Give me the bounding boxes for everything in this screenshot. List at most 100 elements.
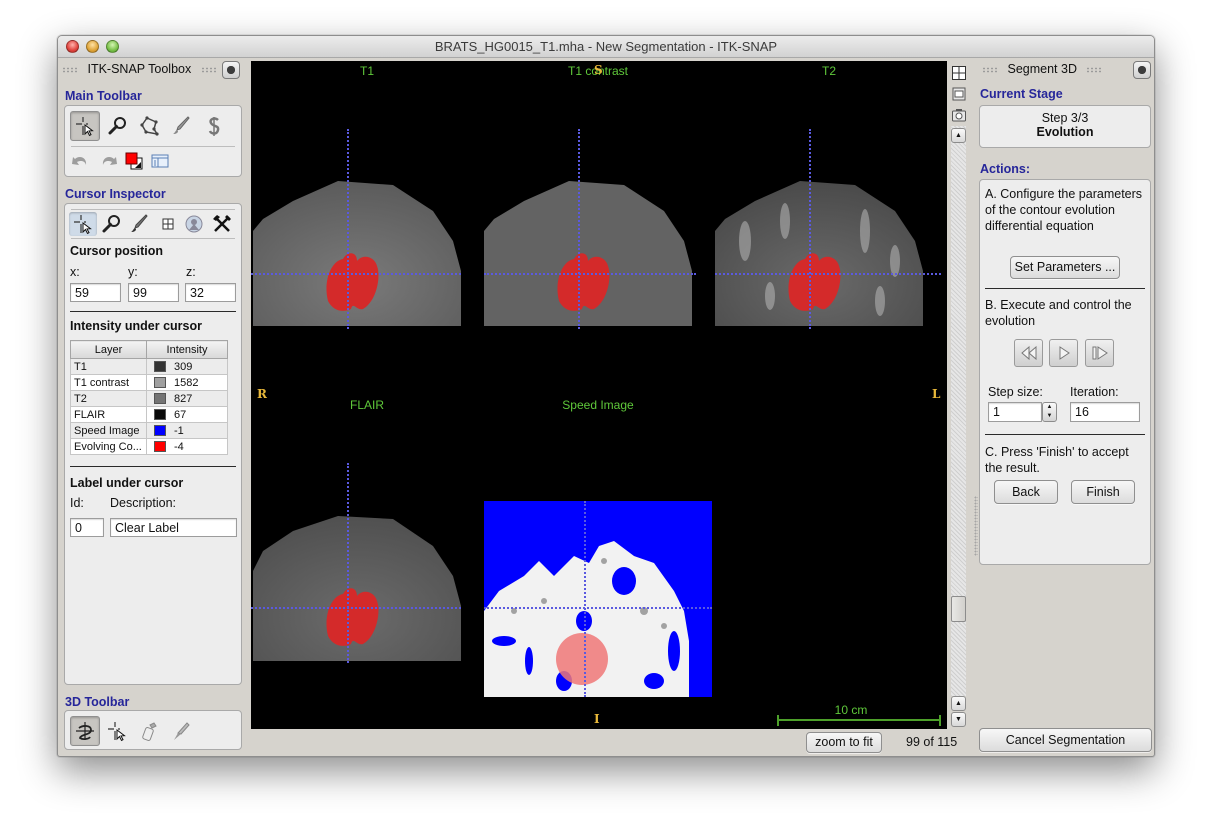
- tab-tools[interactable]: [209, 212, 235, 236]
- set-parameters-button[interactable]: Set Parameters ...: [1010, 256, 1120, 279]
- polygon-tool-button[interactable]: [135, 111, 165, 141]
- tab-zoom[interactable]: [99, 212, 125, 236]
- intensity-row[interactable]: Speed Image -1: [70, 422, 228, 439]
- rotate-3d-tool-button[interactable]: [70, 716, 100, 746]
- scalpel-tool-button[interactable]: [166, 716, 196, 746]
- slice-image-t2[interactable]: [715, 171, 925, 326]
- slice-up-button[interactable]: ▲: [951, 696, 966, 711]
- zoom-to-fit-button[interactable]: zoom to fit: [806, 732, 882, 753]
- undock-segment-panel-button[interactable]: [1133, 61, 1151, 79]
- step-size-spinner[interactable]: ▲ ▼: [1042, 402, 1057, 422]
- zoom-tool-button[interactable]: [103, 111, 133, 141]
- crosshair-tool-button[interactable]: [70, 111, 100, 141]
- paintbrush-tool-button[interactable]: [167, 111, 197, 141]
- crosshair-vertical: [809, 129, 811, 329]
- undo-button[interactable]: [70, 150, 92, 172]
- cancel-segmentation-button[interactable]: Cancel Segmentation: [979, 728, 1152, 752]
- rewind-icon: [1020, 345, 1036, 361]
- rewind-button[interactable]: [1014, 339, 1043, 367]
- iteration-field[interactable]: 16: [1070, 402, 1140, 422]
- play-button[interactable]: [1049, 339, 1078, 367]
- play-icon: [1059, 346, 1070, 360]
- intensity-row[interactable]: FLAIR 67: [70, 406, 228, 423]
- grid-icon: [162, 218, 174, 230]
- tab-paintbrush[interactable]: [127, 212, 153, 236]
- maximize-window-button[interactable]: [106, 40, 119, 53]
- 3d-crosshair-tool-button[interactable]: [102, 716, 132, 746]
- undock-toolbox-button[interactable]: [222, 61, 240, 79]
- tab-divider: [71, 238, 235, 239]
- spray-tool-button[interactable]: [134, 716, 164, 746]
- layer-name: FLAIR: [70, 406, 147, 423]
- intensity-value: 1582: [174, 376, 199, 389]
- scalpel-icon: [174, 722, 190, 740]
- crosshair-horizontal: [484, 607, 712, 609]
- slice-image-t1[interactable]: [253, 171, 463, 326]
- intensity-value: 309: [174, 360, 193, 373]
- slice-image-t1-contrast[interactable]: [484, 171, 694, 326]
- color-swatch-icon: [154, 408, 166, 420]
- label-description-field[interactable]: Clear Label: [110, 518, 237, 537]
- column-header-intensity[interactable]: Intensity: [146, 340, 228, 359]
- snake-tool-button[interactable]: [199, 111, 229, 141]
- tab-layout[interactable]: [155, 212, 181, 236]
- back-button[interactable]: Back: [994, 480, 1058, 504]
- x-label: x:: [70, 265, 80, 279]
- drag-grip-icon[interactable]: [1086, 66, 1103, 73]
- crosshair-vertical: [584, 501, 586, 697]
- crosshair-cursor-icon: [74, 215, 92, 235]
- section-divider: [70, 466, 236, 467]
- step-size-field[interactable]: 1: [988, 402, 1042, 422]
- step-a-text: A. Configure the parameters of the conto…: [985, 187, 1143, 233]
- camera-screenshot-icon[interactable]: [951, 107, 967, 123]
- z-label: z:: [186, 265, 196, 279]
- layer-name: T2: [70, 390, 147, 407]
- layer-inspector-button[interactable]: [149, 150, 171, 172]
- intensity-row[interactable]: T1 309: [70, 358, 228, 375]
- label-description-label: Description:: [110, 496, 176, 510]
- slice-viewer[interactable]: T1 T1 contrast T2 FLAIR Speed Image S I …: [251, 61, 947, 729]
- intensity-row[interactable]: T1 contrast 1582: [70, 374, 228, 391]
- intensity-value: 67: [174, 408, 187, 421]
- cursor-y-field[interactable]: 99: [128, 283, 179, 302]
- step-size-label: Step size:: [988, 385, 1043, 399]
- drag-grip-icon[interactable]: [200, 66, 217, 73]
- tab-sync[interactable]: [181, 212, 207, 236]
- slice-image-flair[interactable]: [253, 501, 463, 661]
- crosshair-cursor-icon: [76, 117, 94, 137]
- 3d-toolbar: [64, 710, 242, 750]
- drag-grip-icon[interactable]: [62, 66, 78, 73]
- active-label-color-button[interactable]: [123, 150, 145, 172]
- step-forward-button[interactable]: [1085, 339, 1114, 367]
- tab-cursor[interactable]: [69, 212, 97, 236]
- main-toolbar: [64, 105, 242, 177]
- slice-image-speed[interactable]: [484, 501, 712, 697]
- layer-intensity: -4: [146, 438, 228, 455]
- scroll-up-button[interactable]: ▲: [951, 128, 966, 143]
- label-id-field[interactable]: 0: [70, 518, 104, 537]
- segment-dock-title: Segment 3D: [1007, 62, 1077, 76]
- undo-icon: [72, 157, 87, 165]
- intensity-row[interactable]: Evolving Co... -4: [70, 438, 228, 455]
- cursor-z-field[interactable]: 32: [185, 283, 236, 302]
- redo-button[interactable]: [97, 150, 119, 172]
- minimize-window-button[interactable]: [86, 40, 99, 53]
- label-color-icon: [125, 152, 143, 170]
- slice-down-button[interactable]: ▼: [951, 712, 966, 727]
- cursor-inspector-title: Cursor Inspector: [65, 187, 166, 201]
- close-window-button[interactable]: [66, 40, 79, 53]
- slice-scrollbar-thumb[interactable]: [951, 596, 966, 622]
- finish-button[interactable]: Finish: [1071, 480, 1135, 504]
- column-header-layer[interactable]: Layer: [70, 340, 147, 359]
- cursor-x-field[interactable]: 59: [70, 283, 121, 302]
- intensity-row[interactable]: T2 827: [70, 390, 228, 407]
- layout-single-icon[interactable]: [951, 86, 967, 102]
- drag-grip-icon[interactable]: [982, 66, 998, 73]
- layout-grid-icon[interactable]: [951, 65, 967, 81]
- tab-divider: [71, 209, 235, 210]
- layer-intensity: 827: [146, 390, 228, 407]
- tools-hammer-icon: [213, 215, 231, 232]
- rotate-3d-icon: [76, 722, 94, 740]
- actions-title: Actions:: [980, 162, 1030, 176]
- stage-box: Step 3/3 Evolution: [979, 105, 1151, 148]
